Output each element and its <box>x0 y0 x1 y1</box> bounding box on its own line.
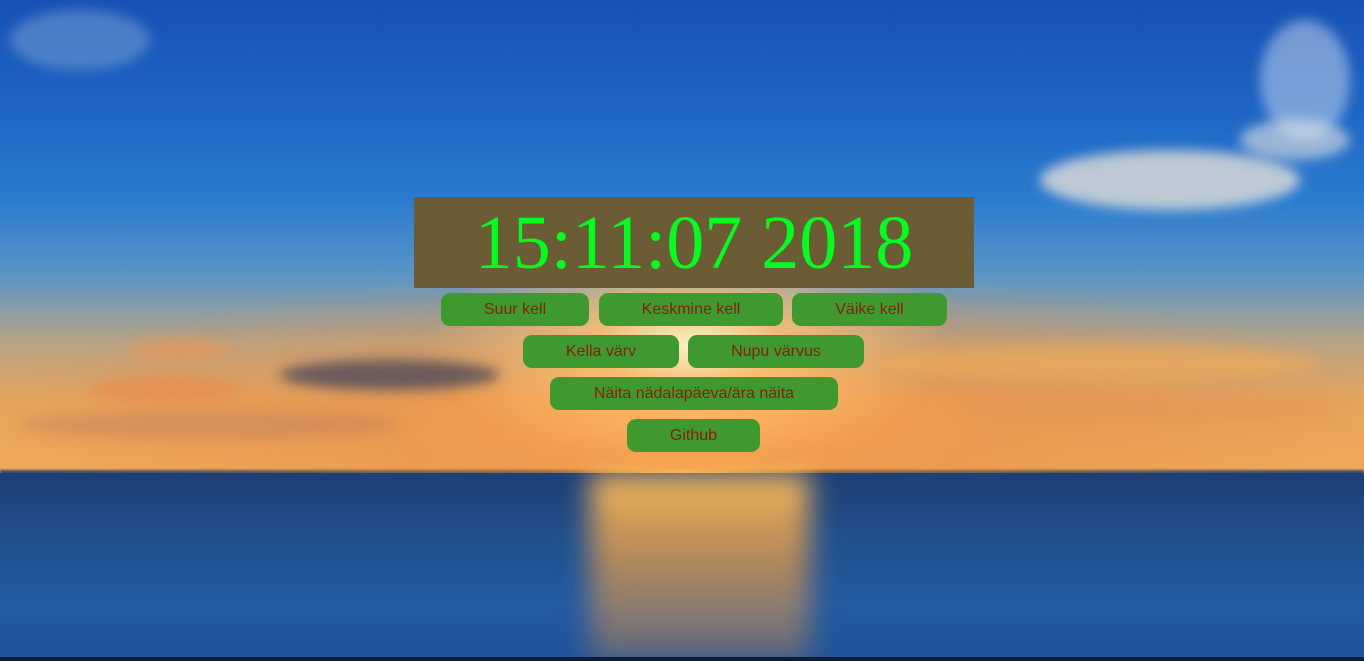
cloud <box>280 360 500 390</box>
small-clock-button[interactable]: Väike kell <box>792 293 947 326</box>
cloud <box>1040 150 1300 210</box>
cloud <box>1260 20 1350 140</box>
clock-color-button[interactable]: Kella värv <box>523 335 679 368</box>
large-clock-button[interactable]: Suur kell <box>441 293 589 326</box>
clock-time: 15:11:07 2018 <box>474 200 914 285</box>
sun-reflection <box>590 473 810 661</box>
github-button[interactable]: Github <box>627 419 760 452</box>
toggle-weekday-button[interactable]: Näita nädalapäeva/ära näita <box>550 377 838 410</box>
medium-clock-button[interactable]: Keskmine kell <box>599 293 783 326</box>
cloud <box>130 340 230 360</box>
background-image <box>0 0 1364 661</box>
cloud <box>90 375 240 403</box>
button-color-button[interactable]: Nupu värvus <box>688 335 864 368</box>
cloud <box>20 410 400 440</box>
cloud <box>880 345 1320 381</box>
bottom-strip <box>0 657 1364 661</box>
cloud <box>10 10 150 70</box>
cloud <box>960 395 1340 421</box>
clock-display: 15:11:07 2018 <box>414 197 974 288</box>
